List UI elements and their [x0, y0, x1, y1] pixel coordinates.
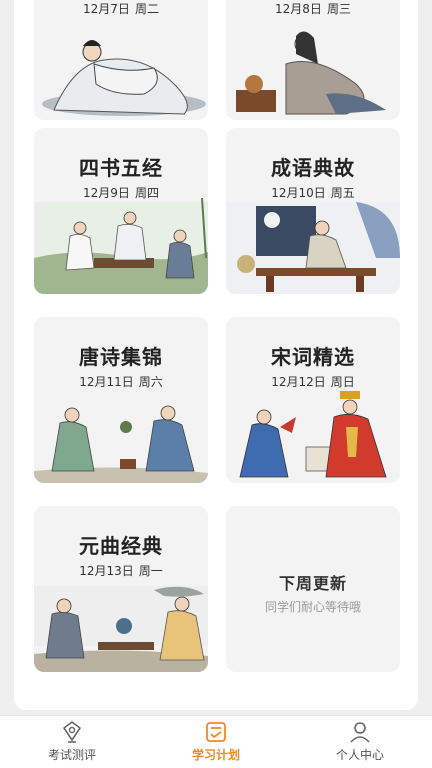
course-card-tangshi-jijin[interactable]: 唐诗集锦 12月11日 周六	[34, 317, 208, 483]
plan-icon	[206, 722, 226, 742]
tab-exam-assessment[interactable]: 考试测评	[0, 716, 144, 768]
card-title: 唐诗集锦	[79, 345, 163, 369]
course-card-sishu-wujing[interactable]: 四书五经 12月9日 周四	[34, 128, 208, 294]
card-title: 宋词精选	[271, 345, 355, 369]
card-title: 四书五经	[79, 156, 163, 180]
card-title: 元曲经典	[79, 534, 163, 558]
banquet-illustration	[34, 586, 208, 672]
person-icon	[350, 722, 370, 743]
next-week-card: 下周更新 同学们耐心等待哦	[226, 506, 400, 672]
card-date: 12月8日 周三	[275, 2, 351, 16]
tab-label: 学习计划	[191, 748, 240, 762]
court-illustration	[239, 391, 387, 478]
classroom-illustration	[34, 198, 208, 294]
upcoming-subtitle: 同学们耐心等待哦	[264, 600, 361, 614]
poets-illustration	[34, 405, 208, 483]
scholar-illustration	[236, 31, 386, 115]
tab-personal-center[interactable]: 个人中心	[288, 716, 432, 768]
course-card-songci-jingxuan[interactable]: 宋词精选 12月12日 周日	[226, 317, 400, 483]
tab-study-plan[interactable]: 学习计划	[144, 716, 288, 768]
card-title: 成语典故	[271, 156, 355, 180]
course-card-dec8[interactable]: 12月8日 周三	[226, 0, 400, 120]
card-date: 12月7日 周二	[83, 2, 159, 16]
course-grid: 12月7日 周二 12月8日 周三 四书五经 12月9日 周四 成语典故 12月…	[34, 0, 400, 674]
tab-label: 考试测评	[47, 748, 96, 762]
tab-label: 个人中心	[335, 748, 384, 762]
study-illustration	[226, 202, 400, 294]
scholar-illustration	[42, 40, 206, 116]
badge-icon	[63, 721, 81, 743]
course-card-yuanqu-jingdian[interactable]: 元曲经典 12月13日 周一	[34, 506, 208, 672]
upcoming-title: 下周更新	[278, 574, 347, 593]
bottom-tab-bar: 考试测评 学习计划 个人中心	[0, 715, 432, 768]
course-card-dec7[interactable]: 12月7日 周二	[34, 0, 208, 120]
course-card-chengyu-diangu[interactable]: 成语典故 12月10日 周五	[226, 128, 400, 294]
